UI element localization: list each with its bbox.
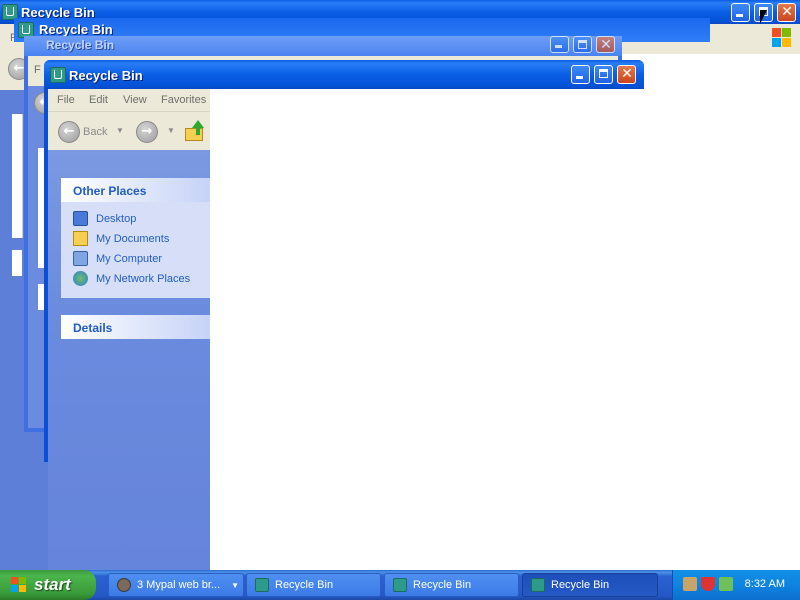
up-folder-icon[interactable] (185, 120, 205, 142)
maximize-icon (599, 69, 608, 78)
my-documents-icon (73, 231, 88, 246)
front-minimize-button[interactable] (571, 65, 590, 84)
update-tray-icon[interactable] (719, 577, 733, 591)
security-shield-icon[interactable] (701, 577, 715, 591)
mid-window-titlebar[interactable]: Recycle Bin ✕ (24, 36, 622, 56)
desktop-icon (73, 211, 88, 226)
start-label: start (34, 575, 71, 594)
menu-file[interactable]: File (57, 94, 75, 106)
close-button[interactable]: ✕ (777, 3, 796, 22)
place-label: My Computer (96, 253, 163, 265)
details-header[interactable]: Details (61, 315, 210, 339)
back-label[interactable]: Back (83, 126, 107, 138)
task-panel: Other Places Desktop My Documents My Com… (48, 150, 210, 570)
close-icon: ✕ (621, 66, 633, 82)
minimize-icon (736, 14, 743, 17)
front-window-title: Recycle Bin (69, 68, 143, 83)
group-dropdown-icon: ▼ (231, 581, 239, 590)
menu-edit[interactable]: Edit (89, 94, 108, 106)
far-window-edge-lower (12, 250, 22, 276)
taskbar-item-label: 3 Mypal web br... (137, 579, 221, 591)
other-places-title: Other Places (73, 184, 147, 198)
taskbar-item-label: Recycle Bin (551, 579, 610, 591)
other-places-header[interactable]: Other Places (61, 178, 210, 202)
front-close-button[interactable]: ✕ (617, 65, 636, 84)
mid-menu-file-initial[interactable]: F (34, 64, 41, 76)
mid-minimize-button[interactable] (550, 36, 569, 53)
clock[interactable]: 8:32 AM (745, 578, 785, 590)
recycle-bin-icon (393, 578, 407, 592)
details-box: Details (61, 315, 210, 339)
my-computer-icon (73, 251, 88, 266)
minimize-icon (555, 45, 562, 48)
minimize-icon (576, 76, 583, 79)
mypal-browser-icon (117, 578, 131, 592)
system-tray: 8:32 AM (672, 570, 800, 600)
taskbar-item-recycle-bin-2[interactable]: Recycle Bin (384, 573, 519, 597)
taskbar-item-recycle-bin-1[interactable]: Recycle Bin (246, 573, 381, 597)
network-tray-icon[interactable] (683, 577, 697, 591)
recycle-bin-icon (531, 578, 545, 592)
place-label: My Network Places (96, 273, 191, 285)
mid-close-button[interactable]: ✕ (596, 36, 615, 53)
mid-window-title: Recycle Bin (46, 38, 115, 52)
mid-maximize-button[interactable] (573, 36, 592, 53)
back-button[interactable] (58, 121, 80, 143)
taskbar-item-recycle-bin-3[interactable]: Recycle Bin (522, 573, 658, 597)
other-places-box: Other Places Desktop My Documents My Com… (61, 178, 210, 298)
menu-view[interactable]: View (123, 94, 147, 106)
place-label: Desktop (96, 213, 137, 225)
windows-logo-icon (772, 28, 792, 48)
taskbar-item-mypal[interactable]: 3 Mypal web br... ▼ (108, 573, 244, 597)
file-list-area[interactable] (210, 89, 800, 570)
forward-dropdown-icon[interactable]: ▼ (167, 126, 175, 135)
ghost-window-title: Recycle Bin (39, 22, 113, 37)
close-icon: ✕ (600, 37, 612, 53)
taskbar: start 3 Mypal web br... ▼ Recycle Bin Re… (0, 570, 800, 600)
taskbar-item-label: Recycle Bin (413, 579, 472, 591)
far-window-edge (12, 114, 23, 238)
back-dropdown-icon[interactable]: ▼ (116, 126, 124, 135)
forward-button[interactable] (136, 121, 158, 143)
windows-flag-icon (11, 577, 27, 593)
minimize-button[interactable] (731, 3, 750, 22)
my-network-places-icon (73, 271, 88, 286)
front-maximize-button[interactable] (594, 65, 613, 84)
mouse-cursor-icon (760, 10, 767, 24)
front-toolbar: Back ▼ ▼ (48, 111, 210, 151)
close-icon: ✕ (781, 4, 793, 20)
menu-favorites[interactable]: Favorites (161, 94, 206, 106)
front-menubar: File Edit View Favorites (48, 89, 210, 111)
recycle-bin-icon (50, 67, 66, 83)
details-title: Details (73, 321, 113, 335)
start-button[interactable]: start (0, 570, 96, 600)
recycle-bin-icon (255, 578, 269, 592)
place-label: My Documents (96, 233, 170, 245)
taskbar-item-label: Recycle Bin (275, 579, 334, 591)
front-window-titlebar[interactable]: Recycle Bin ✕ (44, 60, 644, 89)
maximize-icon (578, 40, 587, 49)
